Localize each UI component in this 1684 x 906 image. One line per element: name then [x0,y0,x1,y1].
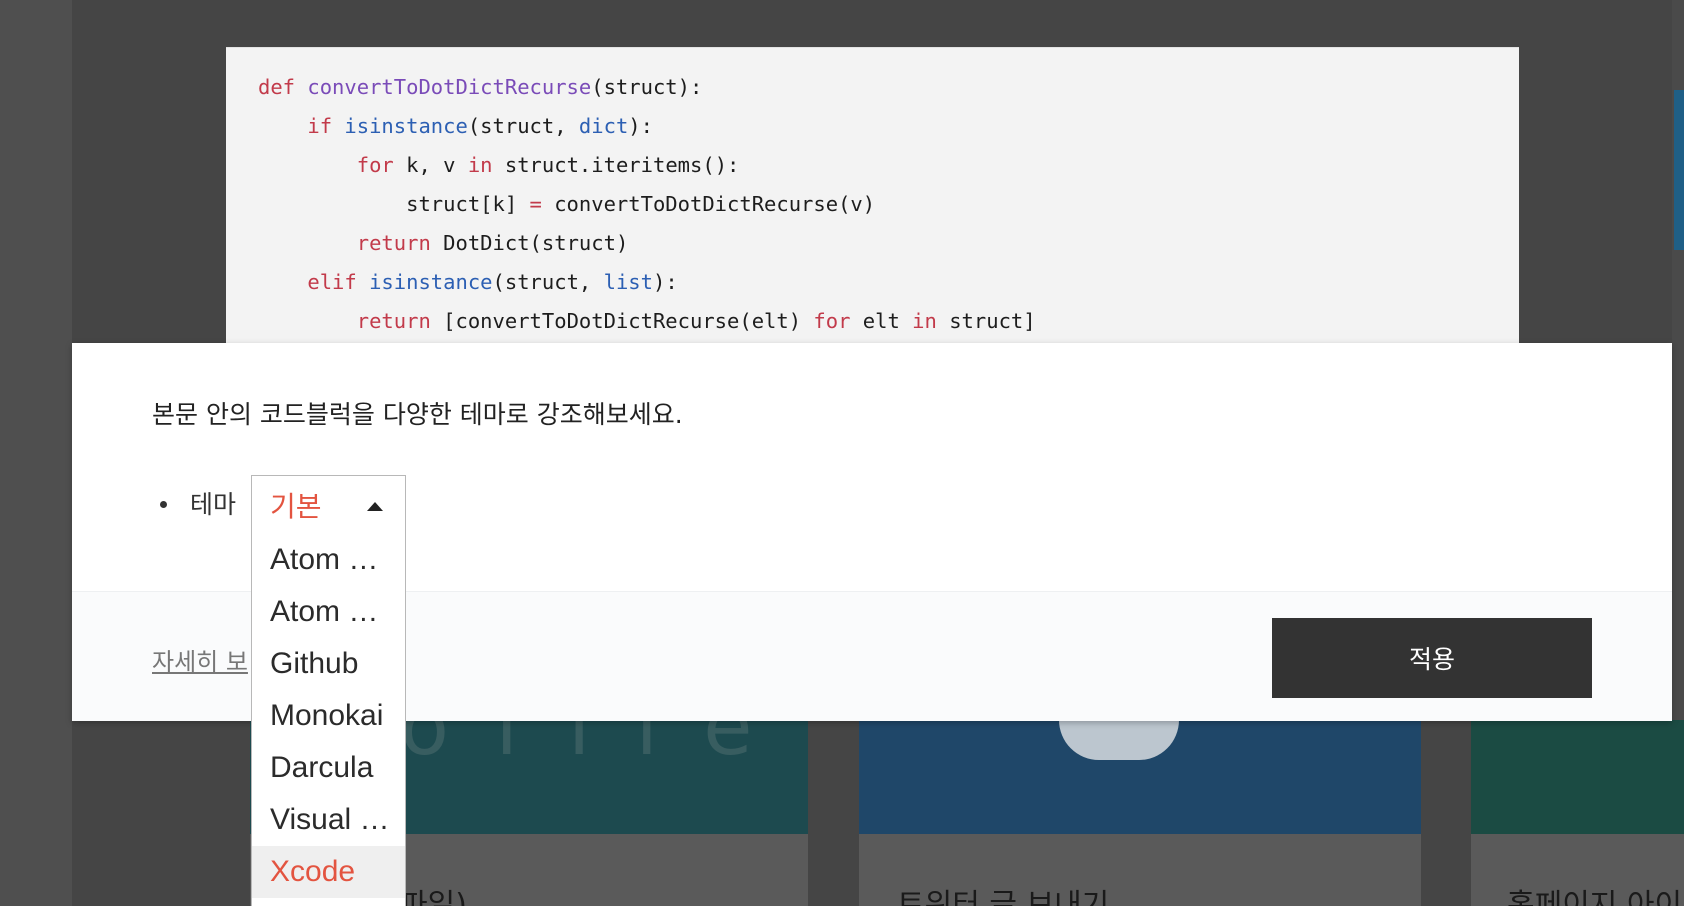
code-token: struct] [936,309,1036,333]
card-title: 파일) [400,888,467,906]
apply-button[interactable]: 적용 [1272,618,1592,698]
code-token: k, v [393,153,468,177]
theme-label: 테마 [190,490,237,519]
code-token: [convertToDotDictRecurse(elt) [430,309,814,333]
code-line: return [convertToDotDictRecurse(elt) for… [258,302,1519,341]
code-token: (struct, [492,270,604,294]
code-token: isinstance [344,114,468,138]
code-token: def [258,75,296,99]
code-token: for [813,309,851,333]
theme-option[interactable]: Xcode [252,846,405,898]
card-title: 트위터 글 보내기 [897,888,1110,906]
backdrop-accent [1674,90,1684,250]
code-token: struct.iteritems(): [492,153,740,177]
theme-option-list: Atom One DarkAtom One LightGithubMonokai… [252,534,405,898]
theme-option[interactable]: Visual Studio [252,794,405,846]
backdrop-left [0,0,72,906]
code-token: isinstance [369,270,493,294]
dialog-description: 본문 안의 코드블럭을 다양한 테마로 강조해보세요. [152,400,683,429]
code-token: convertToDotDictRecurse [307,75,592,99]
code-token: in [912,309,937,333]
code-line: def convertToDotDictRecurse(struct): [258,68,1519,107]
card-thumbnail [859,720,1421,834]
code-line: for k, v in struct.iteritems(): [258,146,1519,185]
card-thumbnail-art: o f i l e [400,720,763,773]
card-title: 홈페이지 아이 [1507,888,1683,906]
bullet-icon [160,501,167,508]
caret-up-icon [367,502,383,511]
card-thumbnail [1471,720,1684,834]
code-token: DotDict(struct) [430,231,629,255]
code-token: dict [578,114,629,138]
code-token: struct[k] [258,192,530,216]
theme-selected-value: 기본 [270,490,322,523]
background-card[interactable]: 트위터 글 보내기 [859,720,1421,906]
code-line: struct[k] = convertToDotDictRecurse(v) [258,185,1519,224]
code-token: ): [652,270,678,294]
code-token: return [356,231,431,255]
screen: o f i l e 파일) 트위터 글 보내기 홈페이지 아이 def conv… [0,0,1684,906]
code-token: list [603,270,653,294]
code-line: return DotDict(struct) [258,224,1519,263]
code-token: if [307,114,333,138]
theme-dropdown[interactable]: 기본 Atom One DarkAtom One LightGithubMono… [251,475,406,906]
code-line: elif isinstance(struct, list): [258,263,1519,302]
code-token: elt [850,309,913,333]
more-info-link[interactable]: 자세히 보 [152,642,256,677]
theme-dropdown-selected[interactable]: 기본 [252,476,405,534]
twitter-bird-icon [1059,720,1179,760]
theme-option[interactable]: Atom One Light [252,586,405,638]
code-token: = [529,192,542,216]
theme-option[interactable]: Monokai [252,690,405,742]
code-token: (struct, [467,114,579,138]
code-token: ): [628,114,653,138]
code-token: for [356,153,394,177]
code-token: in [467,153,493,177]
code-token: convertToDotDictRecurse(v) [541,192,876,216]
theme-option[interactable]: Atom One Dark [252,534,405,586]
code-token: elif [307,270,357,294]
code-preview: def convertToDotDictRecurse(struct): if … [226,47,1519,343]
theme-option[interactable]: Github [252,638,405,690]
code-token: (struct): [591,75,703,99]
theme-option[interactable]: Darcula [252,742,405,794]
background-card[interactable]: 홈페이지 아이 [1471,720,1684,906]
code-token: return [356,309,431,333]
code-line: if isinstance(struct, dict): [258,107,1519,146]
